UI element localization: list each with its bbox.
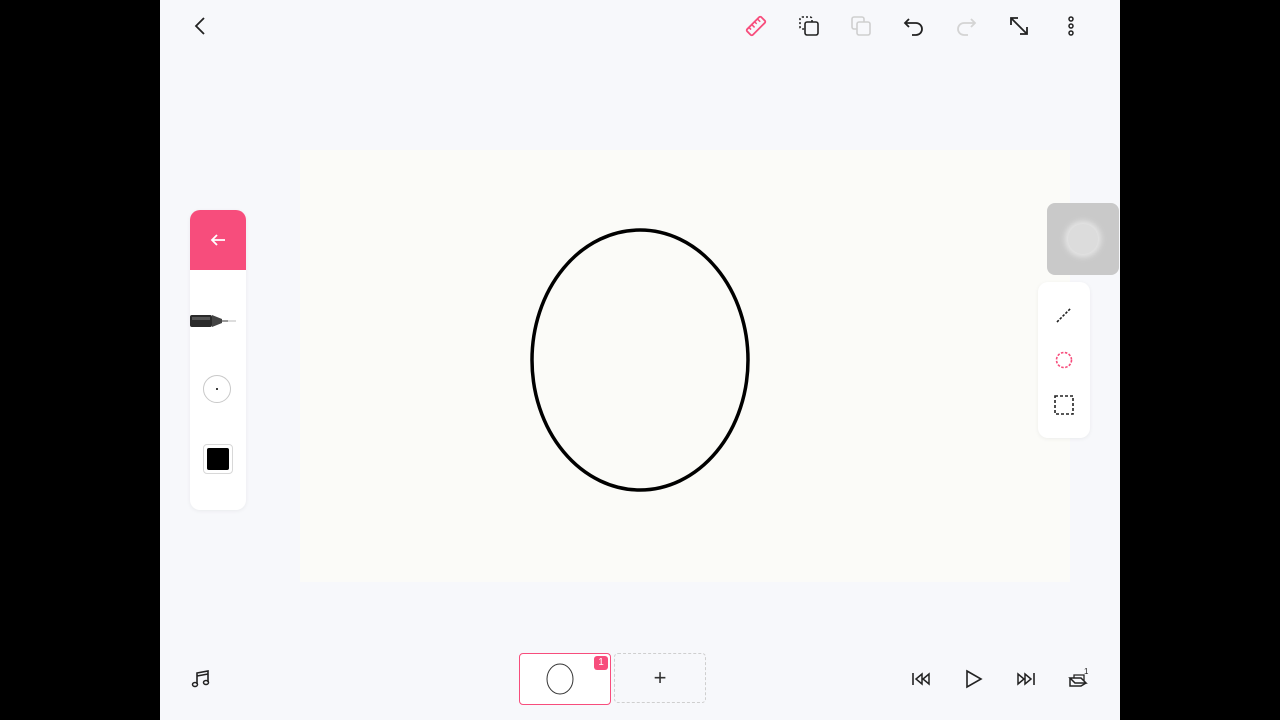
rectangle-icon xyxy=(1054,395,1074,415)
color-swatch-button[interactable] xyxy=(203,444,233,474)
arrow-left-icon xyxy=(210,234,225,246)
layer-count: 1 xyxy=(1084,667,1089,676)
drawn-ellipse xyxy=(530,228,750,492)
layers-icon[interactable]: 1 xyxy=(1061,662,1095,696)
ellipse-icon xyxy=(1055,351,1073,369)
add-frame-label: + xyxy=(653,665,667,690)
pen-tool-button[interactable] xyxy=(190,310,240,337)
brush-size-button[interactable] xyxy=(203,375,231,403)
frame-thumbnail-1[interactable]: 1 xyxy=(519,653,611,705)
fullscreen-icon[interactable] xyxy=(1002,9,1036,43)
frame-number-badge: 1 xyxy=(594,656,608,670)
pen-icon xyxy=(190,315,236,327)
line-tool-button[interactable] xyxy=(1047,298,1081,332)
paste-icon[interactable] xyxy=(844,9,878,43)
tool-panel-back-button[interactable] xyxy=(190,210,246,270)
brush-size-dot xyxy=(216,388,218,390)
drawing-canvas[interactable] xyxy=(300,150,1070,582)
current-color-fill xyxy=(207,448,229,470)
music-note-icon[interactable] xyxy=(184,662,218,696)
add-frame-button[interactable]: + xyxy=(614,653,706,703)
skip-to-start-icon[interactable] xyxy=(904,662,938,696)
redo-icon[interactable] xyxy=(949,9,983,43)
reference-knob-button[interactable] xyxy=(1047,203,1119,275)
more-vertical-icon[interactable] xyxy=(1054,9,1088,43)
ruler-icon[interactable] xyxy=(739,9,773,43)
app-window: 1 + 1 xyxy=(160,0,1120,720)
back-chevron-icon[interactable] xyxy=(184,9,218,43)
copy-icon[interactable] xyxy=(792,9,826,43)
rectangle-tool-button[interactable] xyxy=(1047,388,1081,422)
ellipse-tool-button[interactable] xyxy=(1047,343,1081,377)
tool-panel xyxy=(190,210,246,510)
undo-icon[interactable] xyxy=(897,9,931,43)
canvas-drawing xyxy=(530,228,750,492)
line-icon xyxy=(1056,307,1072,323)
shape-panel xyxy=(1038,282,1090,438)
play-icon[interactable] xyxy=(956,662,990,696)
knob-icon xyxy=(1068,224,1098,254)
skip-to-end-icon[interactable] xyxy=(1009,662,1043,696)
